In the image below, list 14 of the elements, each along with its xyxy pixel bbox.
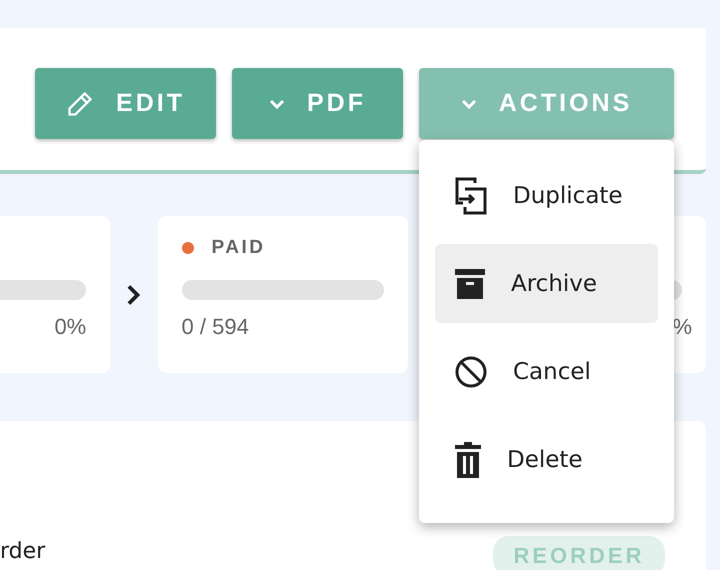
chevron-down-icon <box>460 98 477 108</box>
trash-icon <box>455 442 481 478</box>
stage-percent: 0% <box>54 314 86 340</box>
stage-title: PAID <box>212 237 266 259</box>
prohibited-icon <box>455 356 487 388</box>
archive-box-icon <box>455 268 485 298</box>
menu-item[interactable]: Archive <box>435 244 658 323</box>
chevron-down-icon <box>269 98 285 108</box>
order-label: rder <box>0 539 46 564</box>
chevron-right-icon <box>127 284 141 306</box>
pencil-icon <box>66 90 94 118</box>
stage-percent: % <box>672 314 692 340</box>
duplicate-icon <box>455 176 487 214</box>
stage-count: 0 / 594 <box>182 314 249 340</box>
